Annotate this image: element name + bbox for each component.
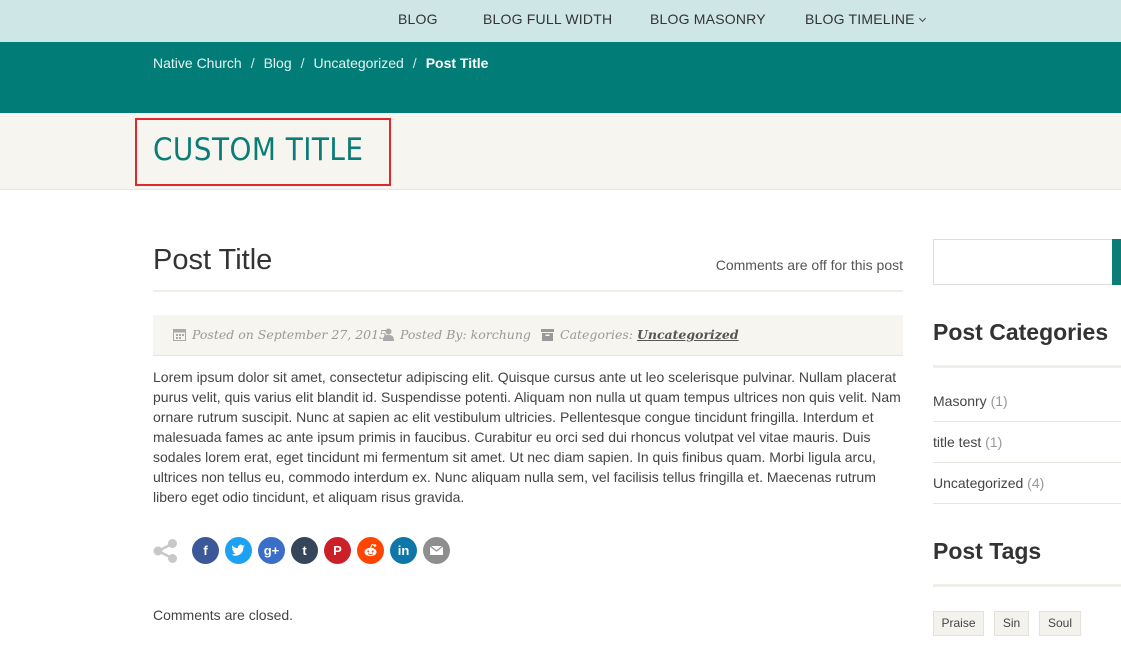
nav-item-blog-full-width[interactable]: BLOG FULL WIDTH (483, 11, 612, 27)
breadcrumb-home[interactable]: Native Church (153, 55, 242, 71)
divider (933, 421, 1121, 422)
category-item-count: (4) (1027, 475, 1045, 491)
twitter-icon (231, 544, 245, 556)
user-icon (383, 328, 394, 341)
breadcrumb-current: Post Title (425, 55, 489, 71)
archive-icon (541, 329, 554, 341)
tag-soul[interactable]: Soul (1039, 611, 1081, 636)
search-button[interactable] (1112, 239, 1121, 285)
nav-item-blog[interactable]: BLOG (398, 11, 438, 27)
post-author: Posted By: korchung (383, 327, 531, 342)
categories-widget-title: Post Categories (933, 319, 1109, 345)
divider (933, 584, 1121, 587)
tag-sin[interactable]: Sin (994, 611, 1029, 636)
comments-status: Comments are off for this post (715, 257, 903, 273)
search-input[interactable] (933, 239, 1121, 285)
post-body: Lorem ipsum dolor sit amet, consectetur … (153, 369, 901, 505)
breadcrumb-blog[interactable]: Blog (264, 55, 292, 71)
category-item-count: (1) (985, 434, 1003, 450)
post-category-link[interactable]: Uncategorized (637, 327, 739, 342)
breadcrumb-separator: / (250, 55, 255, 71)
linkedin-share-button[interactable]: in (390, 537, 417, 564)
comments-closed-notice: Comments are closed. (153, 607, 294, 623)
nav-item-blog-timeline[interactable]: BLOG TIMELINE (805, 11, 926, 27)
category-item-label: Uncategorized (933, 475, 1024, 491)
breadcrumb: Native Church / Blog / Uncategorized / Post Ti… (153, 55, 488, 71)
chevron-down-icon (918, 14, 926, 23)
reddit-icon (364, 544, 377, 557)
reddit-share-button[interactable] (357, 537, 384, 564)
divider (153, 290, 903, 292)
google-plus-share-button[interactable]: g+ (258, 537, 285, 564)
tags-widget-title: Post Tags (933, 538, 1042, 564)
twitter-share-button[interactable] (225, 537, 252, 564)
category-item-label: Masonry (933, 393, 987, 409)
tumblr-share-button[interactable]: t (291, 537, 318, 564)
breadcrumb-separator: / (412, 55, 417, 71)
post-categories-label: Categories: (560, 327, 633, 342)
divider (933, 503, 1121, 504)
post-author-text: Posted By: korchung (400, 327, 531, 342)
category-item[interactable]: title test (1) (933, 434, 1121, 450)
page-title-bar: CUSTOM TITLE (0, 113, 1121, 190)
post-title: Post Title (153, 244, 273, 276)
category-item-label: title test (933, 434, 982, 450)
share-icon (153, 539, 177, 563)
divider (933, 462, 1121, 463)
divider (933, 365, 1121, 368)
post-date: Posted on September 27, 2015 (173, 327, 387, 342)
email-share-button[interactable] (423, 537, 450, 564)
breadcrumb-bar: Native Church / Blog / Uncategorized / Post Ti… (0, 42, 1121, 113)
page-title: CUSTOM TITLE (153, 132, 364, 168)
post-meta: Posted on September 27, 2015 Posted By: … (153, 315, 903, 356)
facebook-share-button[interactable]: f (192, 537, 219, 564)
nav-item-blog-masonry[interactable]: BLOG MASONRY (650, 11, 766, 27)
post-date-text: Posted on September 27, 2015 (192, 327, 388, 342)
top-nav: BLOG BLOG FULL WIDTH BLOG MASONRY BLOG T… (0, 0, 1121, 42)
title-highlight-box: CUSTOM TITLE (135, 118, 391, 186)
category-item[interactable]: Uncategorized (4) (933, 475, 1121, 491)
category-item-count: (1) (990, 393, 1008, 409)
calendar-icon (173, 329, 186, 341)
post-categories: Categories: Uncategorized (541, 327, 739, 342)
breadcrumb-category[interactable]: Uncategorized (314, 55, 404, 71)
tag-praise[interactable]: Praise (933, 611, 984, 636)
category-item[interactable]: Masonry (1) (933, 393, 1121, 409)
nav-item-blog-timeline-label: BLOG TIMELINE (805, 11, 915, 27)
pinterest-share-button[interactable]: P (324, 537, 351, 564)
breadcrumb-separator: / (300, 55, 305, 71)
envelope-icon (429, 545, 444, 555)
